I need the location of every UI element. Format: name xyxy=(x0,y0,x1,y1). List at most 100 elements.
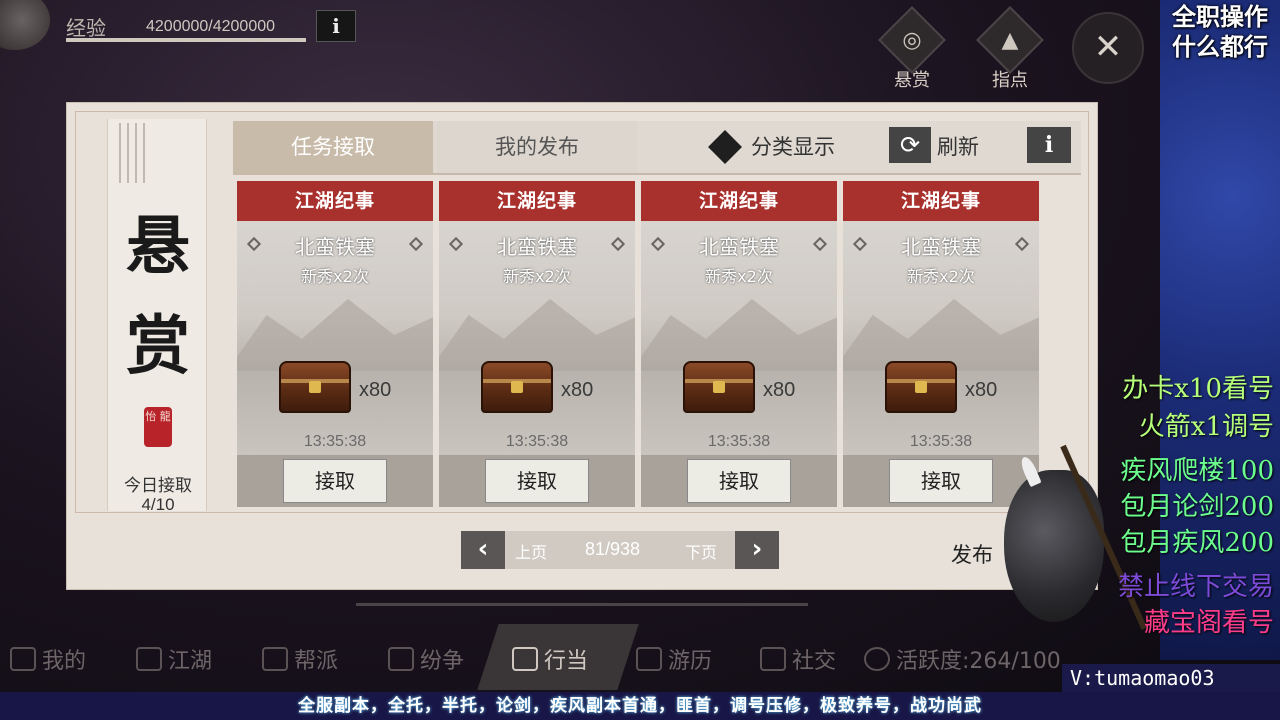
mountain-backdrop xyxy=(237,299,433,371)
bounty-button[interactable]: ◎ 悬赏 xyxy=(878,6,946,91)
people-icon xyxy=(760,647,786,671)
overlay-top-text: 全职操作 什么都行 xyxy=(1160,2,1280,62)
overlay-bottom-banner: 全服副本，全托，半托，论剑，疾风副本首通，匪首，调号压修，极致养号，战功尚武 xyxy=(0,692,1280,720)
nav-item-social[interactable]: 社交 xyxy=(760,642,836,676)
search-icon xyxy=(636,647,662,671)
nav-label: 帮派 xyxy=(294,649,339,674)
bounty-panel: 悬赏 怡 龍 今日接取 4/10 任务接取 我的发布 分类显示 ⟳ 刷新 i 江… xyxy=(66,102,1098,590)
reward-count: x80 xyxy=(359,379,392,401)
treasure-chest-icon xyxy=(683,361,755,413)
card-location: 北蛮铁塞 xyxy=(699,235,779,259)
card-footer: 接取 xyxy=(439,455,635,507)
overlay-top-line: 全职操作 xyxy=(1172,3,1268,31)
card-footer: 接取 xyxy=(641,455,837,507)
overlay-ad-line: 办卡x10看号 xyxy=(1122,374,1274,404)
card-footer: 接取 xyxy=(843,455,1039,507)
close-button[interactable]: ✕ xyxy=(1072,12,1144,84)
guide-button[interactable]: ▲ 指点 xyxy=(976,6,1044,91)
accept-button[interactable]: 接取 xyxy=(889,459,993,503)
accept-button[interactable]: 接取 xyxy=(485,459,589,503)
prev-page-button[interactable]: ‹ xyxy=(461,531,505,569)
guide-icon: ▲ xyxy=(1001,28,1019,53)
overlay-ad-line: 包月论剑200 xyxy=(1120,492,1274,522)
inkstone-icon[interactable] xyxy=(1004,470,1104,622)
nav-label: 江湖 xyxy=(168,649,213,674)
card-requirement: 新秀x2次 xyxy=(301,267,369,286)
nav-item-jianghu[interactable]: 江湖 xyxy=(136,642,212,676)
divider xyxy=(356,603,808,606)
next-page-button[interactable]: › xyxy=(735,531,779,569)
overlay-ad-line: 包月疾风200 xyxy=(1120,528,1274,558)
bottom-nav: 我的 江湖 帮派 纷争 行当 游历 社交 活跃度:264/100 xyxy=(0,624,1080,690)
overlay-top-line: 什么都行 xyxy=(1172,33,1268,61)
pager: ‹ 上页 81/938 下页 › xyxy=(461,531,779,569)
refresh-label[interactable]: 刷新 xyxy=(937,131,979,161)
exp-info-button[interactable]: i xyxy=(316,10,356,42)
exp-label: 经验 xyxy=(66,16,106,40)
treasure-chest-icon xyxy=(885,361,957,413)
card-requirement: 新秀x2次 xyxy=(907,267,975,286)
side-banner: 悬赏 怡 龍 今日接取 4/10 xyxy=(107,119,207,514)
nav-item-guild[interactable]: 帮派 xyxy=(262,642,338,676)
activity-icon xyxy=(864,647,890,671)
bounty-card: 江湖纪事 北蛮铁塞 新秀x2次 x80 13:35:38 接取 xyxy=(237,181,433,507)
treasure-chest-icon xyxy=(481,361,553,413)
tab-accept[interactable]: 任务接取 xyxy=(233,121,433,173)
calligraphy-decoration xyxy=(116,123,156,193)
card-category: 江湖纪事 xyxy=(843,181,1039,221)
bounty-card: 江湖纪事 北蛮铁塞 新秀x2次 x80 13:35:38 接取 xyxy=(641,181,837,507)
card-requirement: 新秀x2次 xyxy=(705,267,773,286)
exp-value: 4200000/4200000 xyxy=(146,18,276,35)
refresh-icon[interactable]: ⟳ xyxy=(889,127,931,163)
mountain-backdrop xyxy=(843,299,1039,371)
tab-underline xyxy=(233,173,1081,175)
card-location: 北蛮铁塞 xyxy=(295,235,375,259)
overlay-contact: V:tumaomao03 xyxy=(1062,664,1280,692)
nav-label: 行当 xyxy=(544,649,589,674)
card-footer: 接取 xyxy=(237,455,433,507)
card-requirement: 新秀x2次 xyxy=(503,267,571,286)
activity-indicator[interactable]: 活跃度:264/100 xyxy=(864,642,1061,676)
bounty-label: 悬赏 xyxy=(894,70,930,91)
accept-button[interactable]: 接取 xyxy=(283,459,387,503)
moon-decoration xyxy=(0,0,50,50)
nav-label: 游历 xyxy=(668,649,713,674)
scroll-icon xyxy=(136,647,162,671)
nav-label: 我的 xyxy=(42,649,87,674)
card-time: 13:35:38 xyxy=(303,433,367,450)
accept-button[interactable]: 接取 xyxy=(687,459,791,503)
card-time: 13:35:38 xyxy=(707,433,771,450)
reward-count: x80 xyxy=(763,379,796,401)
nav-item-profession[interactable]: 行当 xyxy=(512,642,588,676)
nav-item-travel[interactable]: 游历 xyxy=(636,642,712,676)
publish-button[interactable]: 发布 xyxy=(951,539,993,569)
next-page-label[interactable]: 下页 xyxy=(685,539,717,563)
bounty-icon: ◎ xyxy=(902,28,922,53)
overlay-ad-line: 禁止线下交易 xyxy=(1117,572,1274,602)
card-time: 13:35:38 xyxy=(505,433,569,450)
mountain-backdrop xyxy=(439,299,635,371)
info-button[interactable]: i xyxy=(1027,127,1071,163)
card-category: 江湖纪事 xyxy=(641,181,837,221)
reward-count: x80 xyxy=(965,379,998,401)
activity-label: 活跃度:264/100 xyxy=(896,649,1061,674)
category-label[interactable]: 分类显示 xyxy=(751,131,835,161)
mountain-backdrop xyxy=(641,299,837,371)
guide-label: 指点 xyxy=(992,70,1028,91)
tab-my-published[interactable]: 我的发布 xyxy=(437,121,637,173)
overlay-ad-line: 藏宝阁看号 xyxy=(1143,608,1274,638)
treasure-chest-icon xyxy=(279,361,351,413)
nav-item-mine[interactable]: 我的 xyxy=(10,642,86,676)
card-location: 北蛮铁塞 xyxy=(901,235,981,259)
side-title: 悬赏 xyxy=(126,209,190,384)
red-seal: 怡 龍 xyxy=(144,407,172,447)
card-location: 北蛮铁塞 xyxy=(497,235,577,259)
bag-icon xyxy=(512,647,538,671)
nav-item-conflict[interactable]: 纷争 xyxy=(388,642,464,676)
card-category: 江湖纪事 xyxy=(237,181,433,221)
reward-count: x80 xyxy=(561,379,594,401)
bounty-card: 江湖纪事 北蛮铁塞 新秀x2次 x80 13:35:38 接取 xyxy=(439,181,635,507)
banner-icon xyxy=(262,647,288,671)
exp-progress-bar xyxy=(66,38,306,42)
prev-page-label[interactable]: 上页 xyxy=(515,539,547,563)
